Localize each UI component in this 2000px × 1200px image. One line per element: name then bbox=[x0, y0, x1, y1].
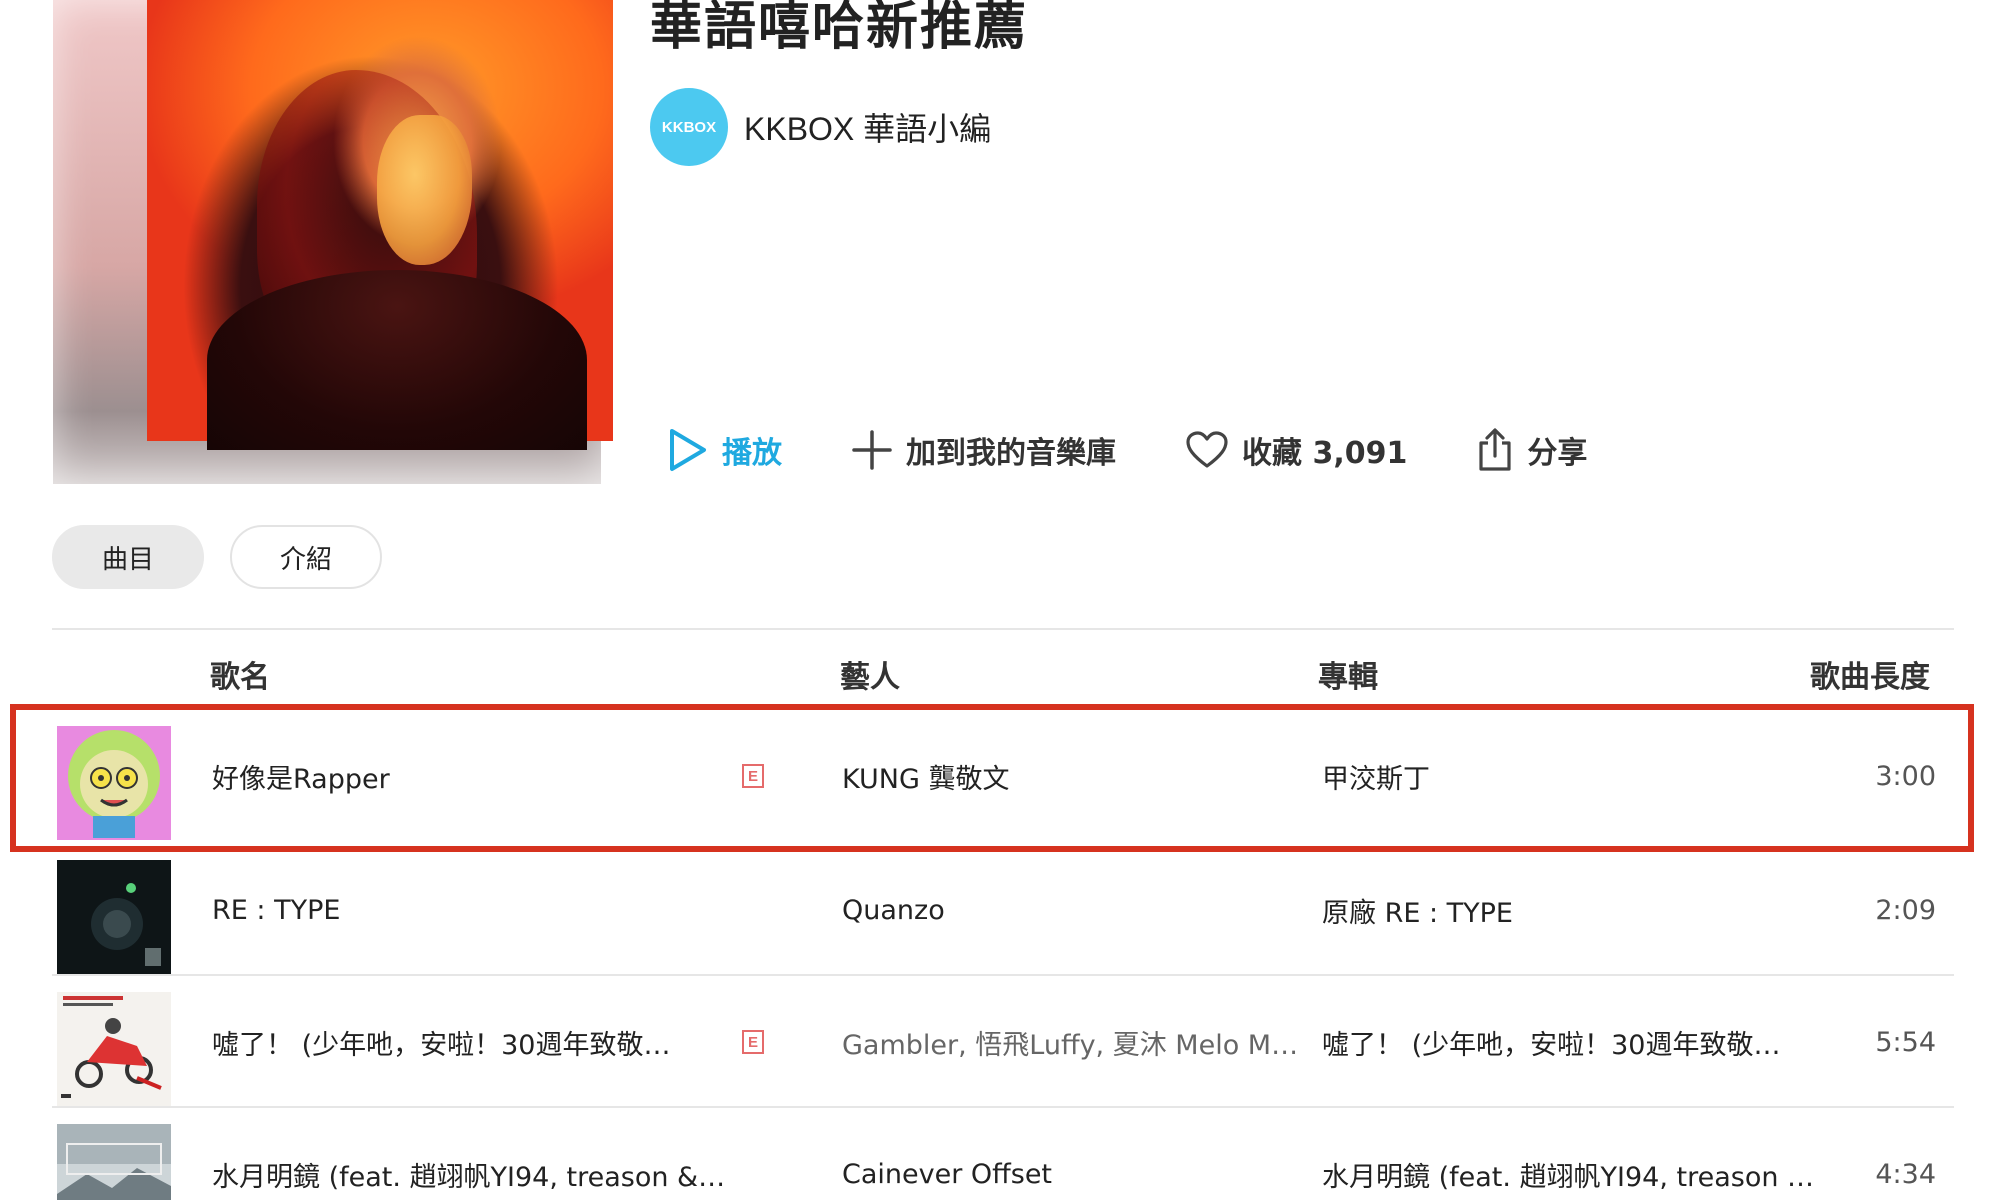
share-icon bbox=[1479, 428, 1511, 471]
table-row[interactable]: 水月明鏡 (feat. 趙翊帆YI94, treason &… Cainever… bbox=[52, 1114, 1954, 1200]
table-row[interactable]: RE : TYPE Quanzo 原廠 RE : TYPE 2:09 bbox=[52, 850, 1954, 974]
table-top-divider bbox=[52, 628, 1954, 630]
cover-body-shape bbox=[207, 270, 587, 450]
track-duration: 4:34 bbox=[1875, 1158, 1936, 1190]
album-thumbnail[interactable] bbox=[57, 1124, 171, 1200]
artist-name[interactable]: Cainever Offset bbox=[842, 1114, 1322, 1200]
playlist-cover-image[interactable] bbox=[147, 0, 613, 450]
album-art-scooter bbox=[57, 992, 171, 1106]
plus-icon bbox=[852, 430, 892, 470]
column-header-duration[interactable]: 歌曲長度 bbox=[1810, 652, 1930, 696]
favorite-label: 收藏 3,091 bbox=[1242, 436, 1408, 471]
album-name[interactable]: 水月明鏡 (feat. 趙翊帆YI94, treason … bbox=[1322, 1114, 1862, 1200]
row-divider bbox=[52, 974, 1954, 976]
heart-icon bbox=[1186, 431, 1228, 468]
curator-avatar[interactable]: KKBOX bbox=[650, 88, 728, 166]
song-title[interactable]: 水月明鏡 (feat. 趙翊帆YI94, treason &… bbox=[212, 1114, 725, 1200]
share-label: 分享 bbox=[1527, 436, 1588, 471]
album-art-cartoon bbox=[57, 726, 171, 840]
explicit-icon: E bbox=[742, 764, 764, 788]
artist-name[interactable]: Quanzo bbox=[842, 850, 1322, 970]
artist-name[interactable]: Gambler, 悟飛Luffy, 夏沐 Melo M… bbox=[842, 982, 1322, 1102]
favorite-button[interactable]: 收藏 3,091 bbox=[1186, 428, 1407, 472]
cover-face-shape bbox=[377, 115, 472, 265]
song-title[interactable]: 好像是Rapper bbox=[212, 716, 702, 836]
tab-intro[interactable]: 介紹 bbox=[230, 525, 382, 589]
track-duration: 2:09 bbox=[1875, 894, 1936, 926]
play-icon bbox=[670, 429, 706, 471]
add-to-library-label: 加到我的音樂庫 bbox=[906, 436, 1116, 471]
add-to-library-button[interactable]: 加到我的音樂庫 bbox=[852, 428, 1116, 472]
play-label: 播放 bbox=[722, 436, 782, 471]
curator[interactable]: KKBOX KKBOX 華語小編 bbox=[650, 88, 991, 166]
table-row[interactable]: 好像是Rapper E KUNG 龔敬文 甲洨斯丁 3:00 bbox=[52, 716, 1954, 840]
column-header-album[interactable]: 專輯 bbox=[1318, 652, 1378, 696]
share-button[interactable]: 分享 bbox=[1477, 428, 1587, 472]
playlist-title: 華語嘻哈新推薦 bbox=[650, 0, 1029, 57]
album-art-dark bbox=[57, 860, 171, 974]
tab-tracks[interactable]: 曲目 bbox=[52, 525, 204, 589]
album-name[interactable]: 原廠 RE : TYPE bbox=[1322, 850, 1862, 970]
row-divider bbox=[52, 1106, 1954, 1108]
album-name[interactable]: 甲洨斯丁 bbox=[1322, 716, 1862, 836]
explicit-icon: E bbox=[742, 1030, 764, 1054]
artist-name[interactable]: KUNG 龔敬文 bbox=[842, 716, 1322, 836]
table-row[interactable]: 噓了！ (少年吔，安啦！30週年致敬… E Gambler, 悟飛Luffy, … bbox=[52, 982, 1954, 1106]
track-duration: 3:00 bbox=[1875, 760, 1936, 792]
song-title[interactable]: 噓了！ (少年吔，安啦！30週年致敬… bbox=[212, 982, 702, 1102]
album-name[interactable]: 噓了！ (少年吔，安啦！30週年致敬… bbox=[1322, 982, 1862, 1102]
album-thumbnail[interactable] bbox=[57, 726, 171, 840]
track-duration: 5:54 bbox=[1875, 1026, 1936, 1058]
song-title[interactable]: RE : TYPE bbox=[212, 850, 702, 970]
content-tabs: 曲目 介紹 bbox=[52, 525, 408, 589]
column-header-song[interactable]: 歌名 bbox=[210, 652, 270, 696]
album-thumbnail[interactable] bbox=[57, 992, 171, 1106]
explicit-badge: E bbox=[742, 982, 768, 1102]
playlist-cover-frame bbox=[53, 0, 613, 484]
explicit-badge: E bbox=[742, 716, 768, 836]
album-art-landscape bbox=[57, 1124, 171, 1200]
curator-name[interactable]: KKBOX 華語小編 bbox=[744, 104, 991, 150]
column-header-artist[interactable]: 藝人 bbox=[840, 652, 900, 696]
action-bar: 播放 加到我的音樂庫 收藏 3,091 分享 bbox=[668, 426, 1657, 474]
album-thumbnail[interactable] bbox=[57, 860, 171, 974]
play-button[interactable]: 播放 bbox=[668, 428, 782, 472]
